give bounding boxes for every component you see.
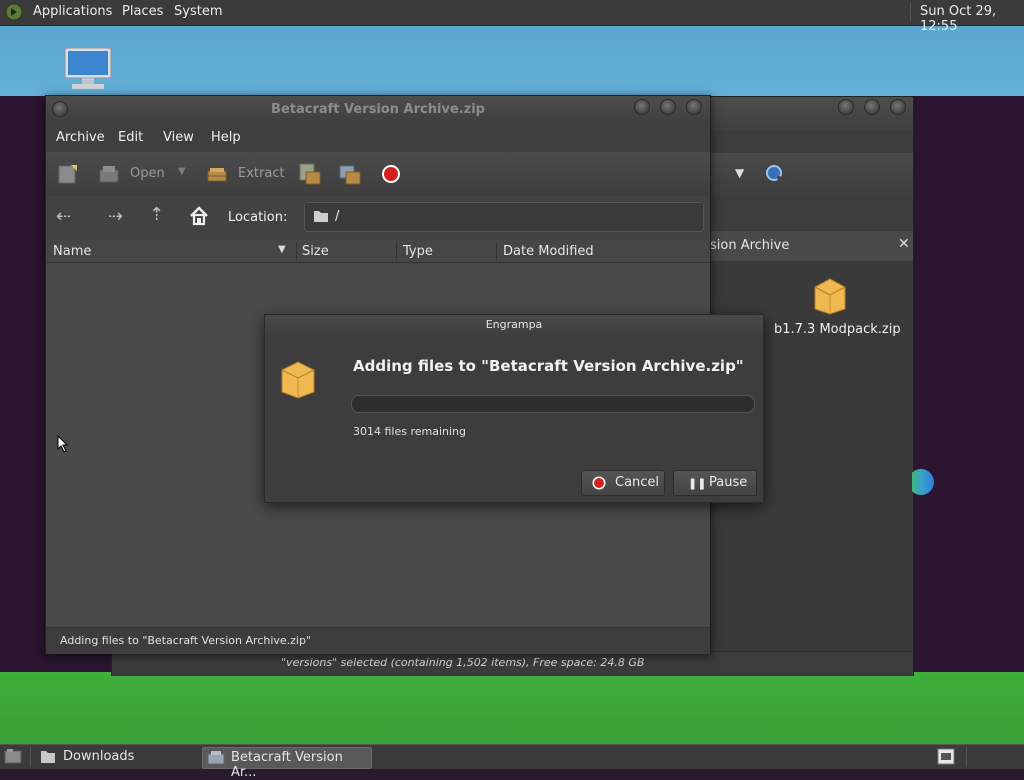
column-header-row: Name ▼ Size Type Date Modified — [46, 240, 710, 263]
status-text: Adding files to "Betacraft Version Archi… — [60, 634, 312, 647]
window-title: Betacraft Version Archive.zip — [271, 102, 485, 117]
add-folder-icon[interactable] — [338, 162, 362, 186]
fm-file-name[interactable]: b1.7.3 Modpack.zip — [774, 322, 901, 337]
open-button-label[interactable]: Open — [130, 166, 165, 181]
cancel-button-label: Cancel — [615, 475, 660, 490]
pause-button[interactable]: ❚❚ Pause — [673, 470, 757, 496]
location-bar: ⇠ ⇢ ⇡ Location: / — [46, 196, 710, 240]
column-divider — [396, 242, 397, 260]
progress-dialog: Engrampa Adding files to "Betacraft Vers… — [264, 314, 764, 503]
location-field[interactable]: / — [304, 202, 704, 232]
panel-separator — [30, 747, 31, 767]
taskbar-item-downloads[interactable]: Downloads — [36, 747, 196, 767]
files-remaining: 3014 files remaining — [353, 425, 467, 438]
mouse-pointer-icon — [57, 434, 69, 453]
workspace-switcher-icon[interactable] — [937, 748, 955, 765]
sort-down-icon[interactable]: ▼ — [278, 244, 286, 255]
up-arrow-icon[interactable]: ⇡ — [149, 204, 164, 225]
engrampa-titlebar[interactable]: Betacraft Version Archive.zip — [46, 96, 710, 124]
column-divider — [496, 242, 497, 260]
clock[interactable]: Sun Oct 29, 12:55 — [920, 4, 1024, 34]
minimize-button[interactable] — [634, 99, 650, 115]
desktop-grass — [0, 672, 1024, 744]
menu-places[interactable]: Places — [122, 4, 163, 19]
menu-edit[interactable]: Edit — [118, 130, 143, 145]
menu-system[interactable]: System — [174, 4, 222, 19]
panel-separator — [966, 747, 967, 767]
fm-minimize-button[interactable] — [838, 99, 854, 115]
zip-file-icon[interactable] — [812, 277, 848, 315]
folder-icon — [40, 749, 56, 764]
dialog-titlebar[interactable]: Engrampa — [265, 315, 763, 335]
stop-icon — [592, 476, 606, 490]
forward-arrow-icon[interactable]: ⇢ — [108, 206, 123, 227]
menu-applications[interactable]: Applications — [33, 4, 112, 19]
menu-view[interactable]: View — [163, 130, 194, 145]
menubar: Archive Edit View Help — [46, 124, 710, 152]
chevron-down-icon[interactable]: ▼ — [735, 166, 744, 180]
fm-close-button[interactable] — [890, 99, 906, 115]
taskbar-item-label: Betacraft Version Ar... — [231, 750, 343, 780]
taskbar-item-engrampa[interactable]: Betacraft Version Ar... — [202, 747, 372, 780]
top-panel: Applications Places System Sun Oct 29, 1… — [0, 0, 1024, 34]
pause-button-label: Pause — [709, 475, 748, 490]
dialog-title: Engrampa — [485, 318, 543, 331]
column-header-type[interactable]: Type — [403, 244, 433, 259]
close-icon[interactable]: ✕ — [898, 236, 910, 252]
dialog-heading: Adding files to "Betacraft Version Archi… — [353, 357, 744, 375]
fm-status-text: "versions" selected (containing 1,502 it… — [281, 656, 645, 669]
archive-icon — [279, 359, 317, 399]
progress-bar — [351, 395, 755, 413]
fm-tab-label: sion Archive — [710, 238, 790, 253]
show-desktop-icon[interactable] — [4, 748, 22, 765]
computer-desktop-icon[interactable] — [62, 46, 114, 94]
fm-statusbar: "versions" selected (containing 1,502 it… — [112, 651, 913, 676]
stop-icon[interactable] — [381, 164, 401, 184]
folder-icon — [313, 209, 329, 223]
add-files-icon[interactable] — [298, 162, 322, 186]
archive-manager-icon — [207, 750, 225, 765]
mate-logo-icon[interactable] — [5, 3, 23, 21]
menu-archive[interactable]: Archive — [56, 130, 105, 145]
desktop-sky — [0, 25, 1024, 96]
statusbar: Adding files to "Betacraft Version Archi… — [46, 627, 710, 654]
close-button[interactable] — [686, 99, 702, 115]
open-dropdown-icon[interactable]: ▼ — [178, 166, 186, 177]
extract-button-label[interactable]: Extract — [238, 166, 285, 181]
column-divider — [296, 242, 297, 260]
bottom-panel: Downloads Betacraft Version Ar... — [0, 744, 1024, 780]
new-archive-icon[interactable] — [57, 164, 79, 184]
toolbar: Open ▼ Extract — [46, 152, 710, 196]
cancel-button[interactable]: Cancel — [581, 470, 665, 496]
pause-icon: ❚❚ — [688, 477, 707, 490]
column-header-size[interactable]: Size — [302, 244, 329, 259]
panel-separator — [910, 3, 911, 21]
back-arrow-icon[interactable]: ⇠ — [56, 206, 71, 227]
home-icon[interactable] — [188, 205, 210, 227]
column-header-name[interactable]: Name — [53, 244, 91, 259]
menu-help[interactable]: Help — [211, 130, 241, 145]
open-archive-icon[interactable] — [98, 164, 120, 184]
taskbar-item-label: Downloads — [63, 749, 135, 764]
search-icon[interactable] — [764, 163, 788, 187]
desktop-orb — [912, 469, 934, 495]
location-value: / — [335, 209, 340, 224]
extract-icon[interactable] — [206, 164, 228, 184]
maximize-button[interactable] — [660, 99, 676, 115]
column-header-date-modified[interactable]: Date Modified — [503, 244, 594, 259]
location-label: Location: — [228, 210, 288, 225]
fm-maximize-button[interactable] — [864, 99, 880, 115]
